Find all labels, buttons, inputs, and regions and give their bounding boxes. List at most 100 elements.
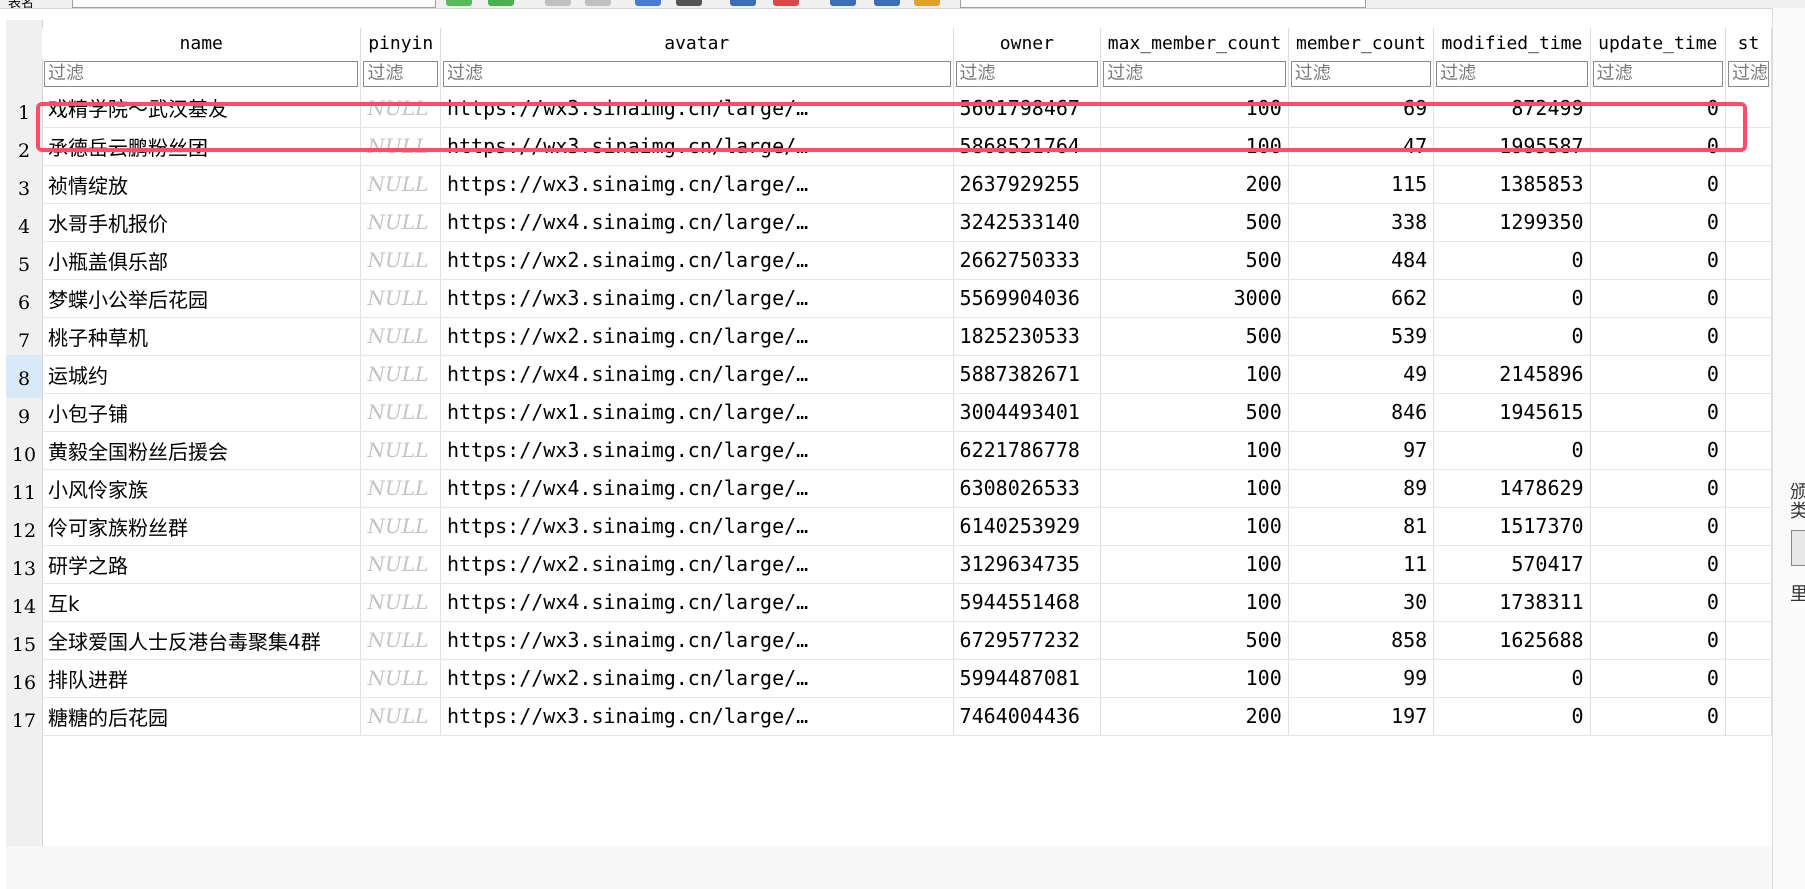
form-view-icon[interactable]	[773, 0, 799, 6]
cell-pinyin[interactable]: NULL	[360, 697, 441, 736]
cell-member_count[interactable]: 49	[1288, 355, 1435, 394]
table-row[interactable]: 研学之路 NULL https://wx2.sinaimg.cn/large/… 31…	[42, 545, 1772, 584]
table-row[interactable]: 承德岳云鹏粉丝团 NULL https://wx3.sinaimg.cn/large…	[42, 127, 1772, 166]
filter-input-member_count[interactable]: 过滤	[1290, 61, 1432, 87]
cell-avatar[interactable]: https://wx3.sinaimg.cn/large/…	[440, 279, 954, 318]
cell-avatar[interactable]: https://wx2.sinaimg.cn/large/…	[440, 317, 954, 356]
cell-update_time[interactable]: 0	[1590, 89, 1726, 128]
cell-modified_time[interactable]: 1385853	[1433, 165, 1591, 204]
cell-max_member_count[interactable]: 200	[1100, 697, 1289, 736]
table-row[interactable]: 戏精学院～武汉基友 NULL https://wx3.sinaimg.cn/larg…	[42, 89, 1772, 128]
column-header-avatar[interactable]: avatar	[440, 28, 954, 59]
cell-pinyin[interactable]: NULL	[360, 127, 441, 166]
grid-view-icon[interactable]	[730, 0, 756, 6]
cell-st[interactable]	[1725, 279, 1772, 318]
cell-st[interactable]	[1725, 89, 1772, 128]
cell-avatar[interactable]: https://wx2.sinaimg.cn/large/…	[440, 659, 954, 698]
cell-owner[interactable]: 6140253929	[953, 507, 1102, 546]
search-input[interactable]	[960, 0, 1366, 8]
cell-name[interactable]: 全球爱国人士反港台毒聚集4群	[42, 621, 362, 660]
cell-member_count[interactable]: 115	[1288, 165, 1435, 204]
cell-modified_time[interactable]: 0	[1433, 317, 1591, 356]
cell-modified_time[interactable]: 0	[1433, 659, 1591, 698]
cell-owner[interactable]: 6221786778	[953, 431, 1102, 470]
cell-max_member_count[interactable]: 500	[1100, 317, 1289, 356]
table-row[interactable]: 排队进群 NULL https://wx2.sinaimg.cn/large/… 59…	[42, 659, 1772, 698]
row-number[interactable]: 11	[6, 469, 42, 512]
cell-modified_time[interactable]: 0	[1433, 279, 1591, 318]
filter-input-avatar[interactable]: 过滤	[442, 61, 951, 87]
cell-owner[interactable]: 3004493401	[953, 393, 1102, 432]
cell-pinyin[interactable]: NULL	[360, 621, 441, 660]
row-number[interactable]: 14	[6, 583, 42, 626]
row-number[interactable]: 9	[6, 393, 42, 436]
cell-owner[interactable]: 5944551468	[953, 583, 1102, 622]
cell-name[interactable]: 水哥手机报价	[42, 203, 362, 242]
table-row[interactable]: 祯情绽放 NULL https://wx3.sinaimg.cn/large/… 26…	[42, 165, 1772, 204]
cell-pinyin[interactable]: NULL	[360, 241, 441, 280]
row-number[interactable]: 8	[6, 355, 42, 398]
cell-name[interactable]: 小瓶盖俱乐部	[42, 241, 362, 280]
cell-avatar[interactable]: https://wx4.sinaimg.cn/large/…	[440, 469, 954, 508]
cell-max_member_count[interactable]: 100	[1100, 507, 1289, 546]
row-number[interactable]: 4	[6, 203, 42, 246]
cell-name[interactable]: 小包子铺	[42, 393, 362, 432]
cell-max_member_count[interactable]: 100	[1100, 469, 1289, 508]
search-icon[interactable]	[914, 0, 940, 6]
cell-owner[interactable]: 7464004436	[953, 697, 1102, 736]
cell-max_member_count[interactable]: 100	[1100, 545, 1289, 584]
cell-member_count[interactable]: 539	[1288, 317, 1435, 356]
row-number[interactable]: 5	[6, 241, 42, 284]
cell-member_count[interactable]: 338	[1288, 203, 1435, 242]
row-number[interactable]: 15	[6, 621, 42, 664]
cell-name[interactable]: 承德岳云鹏粉丝团	[42, 127, 362, 166]
row-number[interactable]: 13	[6, 545, 42, 588]
cell-name[interactable]: 小风伶家族	[42, 469, 362, 508]
cell-pinyin[interactable]: NULL	[360, 165, 441, 204]
cell-name[interactable]: 戏精学院～武汉基友	[42, 89, 362, 128]
cell-member_count[interactable]: 197	[1288, 697, 1435, 736]
row-number[interactable]: 1	[6, 89, 42, 132]
cell-modified_time[interactable]: 570417	[1433, 545, 1591, 584]
filter-input-max_member_count[interactable]: 过滤	[1103, 61, 1286, 87]
table-row[interactable]: 运城约 NULL https://wx4.sinaimg.cn/large/… 588…	[42, 355, 1772, 394]
cell-avatar[interactable]: https://wx4.sinaimg.cn/large/…	[440, 203, 954, 242]
cell-pinyin[interactable]: NULL	[360, 659, 441, 698]
cell-pinyin[interactable]: NULL	[360, 393, 441, 432]
cell-member_count[interactable]: 89	[1288, 469, 1435, 508]
cell-st[interactable]	[1725, 317, 1772, 356]
cell-update_time[interactable]: 0	[1590, 621, 1726, 660]
cell-st[interactable]	[1725, 469, 1772, 508]
cell-st[interactable]	[1725, 355, 1772, 394]
cell-name[interactable]: 伶可家族粉丝群	[42, 507, 362, 546]
cell-update_time[interactable]: 0	[1590, 279, 1726, 318]
table-select[interactable]	[72, 0, 436, 8]
cell-pinyin[interactable]: NULL	[360, 583, 441, 622]
table-row[interactable]: 互k NULL https://wx4.sinaimg.cn/large/… 5944…	[42, 583, 1772, 622]
cell-max_member_count[interactable]: 500	[1100, 621, 1289, 660]
row-number[interactable]: 7	[6, 317, 42, 360]
cell-name[interactable]: 梦蝶小公举后花园	[42, 279, 362, 318]
cell-st[interactable]	[1725, 697, 1772, 736]
cell-pinyin[interactable]: NULL	[360, 545, 441, 584]
cell-pinyin[interactable]: NULL	[360, 89, 441, 128]
table-row[interactable]: 小包子铺 NULL https://wx1.sinaimg.cn/large/… 30…	[42, 393, 1772, 432]
cell-member_count[interactable]: 846	[1288, 393, 1435, 432]
cell-modified_time[interactable]: 1995587	[1433, 127, 1591, 166]
cell-pinyin[interactable]: NULL	[360, 431, 441, 470]
row-number[interactable]: 3	[6, 165, 42, 208]
table-row[interactable]: 小瓶盖俱乐部 NULL https://wx2.sinaimg.cn/large/……	[42, 241, 1772, 280]
cell-max_member_count[interactable]: 500	[1100, 203, 1289, 242]
cell-update_time[interactable]: 0	[1590, 545, 1726, 584]
cell-max_member_count[interactable]: 3000	[1100, 279, 1289, 318]
table-row[interactable]: 伶可家族粉丝群 NULL https://wx3.sinaimg.cn/large/…	[42, 507, 1772, 546]
cell-avatar[interactable]: https://wx2.sinaimg.cn/large/…	[440, 545, 954, 584]
column-header-owner[interactable]: owner	[953, 28, 1102, 59]
table-row[interactable]: 梦蝶小公举后花园 NULL https://wx3.sinaimg.cn/large…	[42, 279, 1772, 318]
cell-owner[interactable]: 6729577232	[953, 621, 1102, 660]
row-number[interactable]: 16	[6, 659, 42, 702]
cell-modified_time[interactable]: 0	[1433, 241, 1591, 280]
sort-icon[interactable]	[874, 0, 900, 6]
cell-owner[interactable]: 3129634735	[953, 545, 1102, 584]
side-panel-button[interactable]	[1791, 530, 1805, 566]
